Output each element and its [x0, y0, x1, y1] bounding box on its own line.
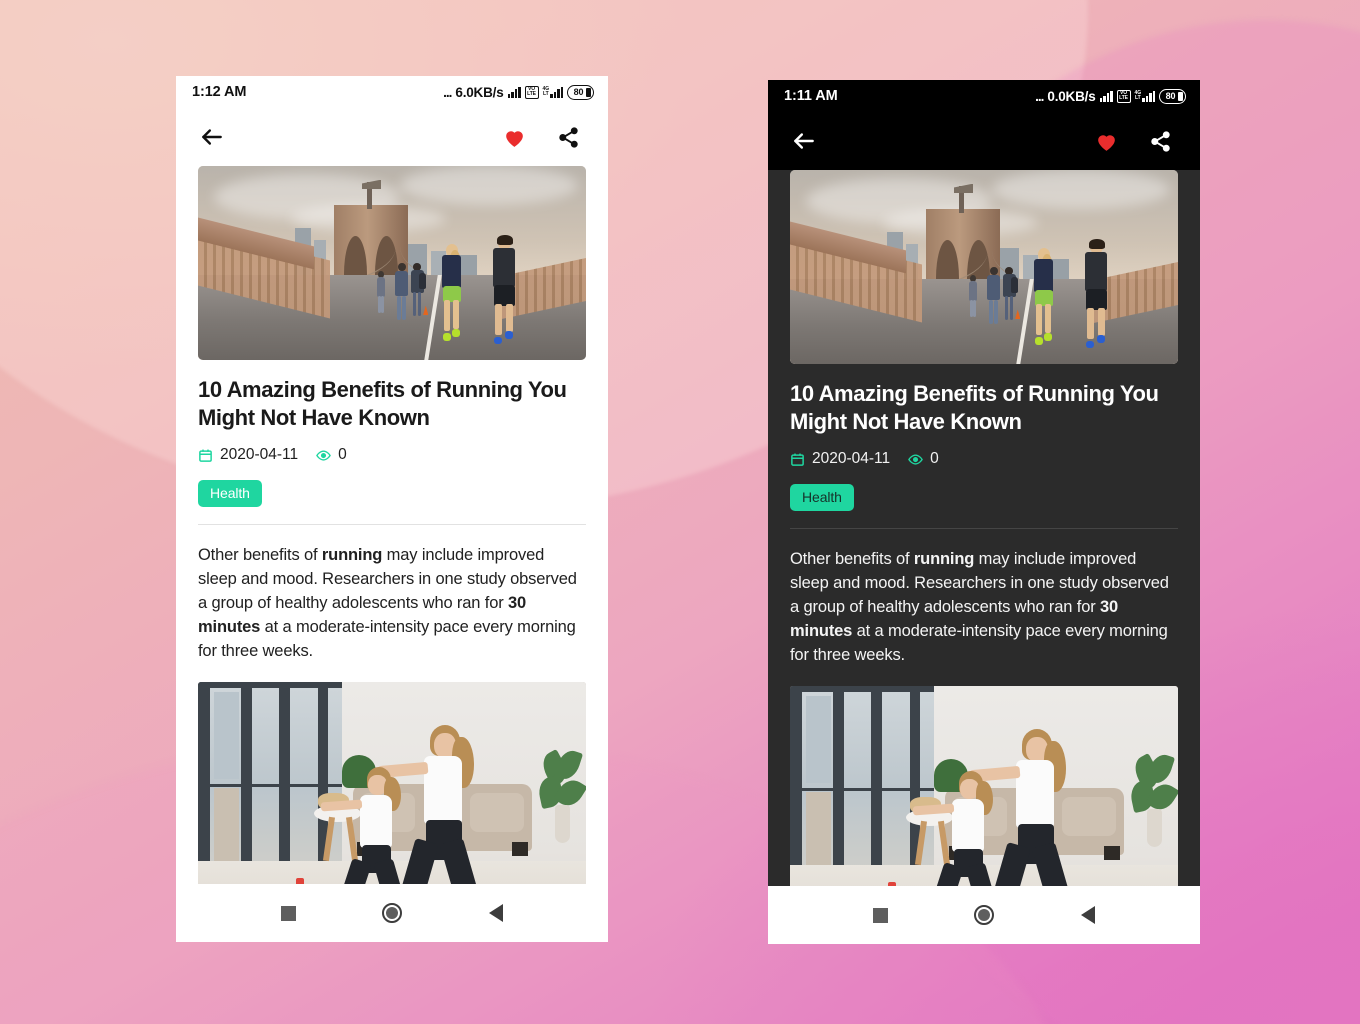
- back-arrow-icon[interactable]: [786, 123, 822, 159]
- article-meta: 2020-04-11 0: [790, 450, 1178, 468]
- volte-bottom-label: LTE: [1119, 94, 1128, 101]
- recents-button[interactable]: [265, 890, 311, 936]
- body-bold-running: running: [913, 550, 975, 569]
- views-count-label: 0: [338, 446, 347, 464]
- phone-light-mode: 1:12 AM ... 6.0KB/s VO LTE 4G LT 80 10 A…: [176, 76, 608, 942]
- nav-back-button[interactable]: [473, 890, 519, 936]
- article-content[interactable]: 10 Amazing Benefits of Running You Might…: [176, 166, 608, 884]
- share-icon[interactable]: [1142, 123, 1178, 159]
- meta-views: 0: [908, 450, 939, 468]
- volte-icon: VO LTE: [524, 85, 539, 99]
- status-indicators: ... 6.0KB/s VO LTE 4G LT 80: [443, 84, 594, 100]
- status-bar: 1:12 AM ... 6.0KB/s VO LTE 4G LT 80: [176, 76, 608, 108]
- meta-views: 0: [316, 446, 347, 464]
- home-button[interactable]: [369, 890, 415, 936]
- hero-image: [198, 166, 586, 360]
- body-text-part-1: Other benefits of: [790, 550, 914, 569]
- more-dots-icon: ...: [443, 84, 452, 100]
- date-label: 2020-04-11: [812, 450, 891, 468]
- back-arrow-icon[interactable]: [194, 119, 230, 155]
- status-time: 1:11 AM: [784, 88, 838, 104]
- signal-bars-secondary-icon: [550, 86, 563, 98]
- body-image: [790, 685, 1178, 886]
- body-bold-running: running: [321, 546, 383, 565]
- network-type-label: 4G LT: [1134, 91, 1142, 101]
- article-meta: 2020-04-11 0: [198, 446, 586, 464]
- calendar-icon: [790, 452, 805, 467]
- network-speed-label: 0.0KB/s: [1047, 88, 1096, 104]
- body-text-part-1: Other benefits of: [198, 546, 322, 565]
- share-icon[interactable]: [550, 119, 586, 155]
- battery-level-label: 80: [573, 87, 584, 97]
- network-type-label: 4G LT: [542, 87, 550, 97]
- volte-icon: VO LTE: [1116, 89, 1131, 103]
- network-speed-label: 6.0KB/s: [455, 84, 504, 100]
- app-bar: [176, 108, 608, 166]
- status-indicators: ... 0.0KB/s VO LTE 4G LT 80: [1035, 88, 1186, 104]
- category-tag[interactable]: Health: [198, 480, 262, 508]
- eye-icon: [908, 452, 923, 467]
- article-body: Other benefits of running may include im…: [198, 544, 586, 664]
- battery-icon: 80: [567, 84, 594, 100]
- status-time: 1:12 AM: [192, 84, 247, 100]
- network-label-lt: LT: [542, 91, 549, 97]
- signal-bars-secondary-icon: [1142, 90, 1155, 102]
- calendar-icon: [198, 448, 213, 463]
- article-body: Other benefits of running may include im…: [790, 548, 1178, 668]
- views-count-label: 0: [930, 450, 939, 468]
- meta-date: 2020-04-11: [790, 450, 890, 468]
- article-content-dark[interactable]: 10 Amazing Benefits of Running You Might…: [768, 170, 1200, 886]
- volte-bottom-label: LTE: [527, 90, 536, 97]
- phone-dark-mode: 1:11 AM ... 0.0KB/s VO LTE 4G LT 80 10 A…: [768, 80, 1200, 944]
- article-title: 10 Amazing Benefits of Running You Might…: [790, 381, 1159, 435]
- battery-icon: 80: [1159, 88, 1186, 104]
- heart-icon[interactable]: [1088, 123, 1124, 159]
- signal-bars-icon: [1099, 90, 1113, 102]
- app-bar-dark: [768, 112, 1200, 170]
- article-title: 10 Amazing Benefits of Running You Might…: [198, 377, 567, 431]
- category-tag[interactable]: Health: [790, 484, 854, 512]
- body-image: [198, 681, 586, 884]
- eye-icon: [316, 448, 331, 463]
- signal-bars-icon: [507, 86, 521, 98]
- divider: [198, 524, 586, 526]
- network-type-icon: 4G LT: [543, 86, 563, 98]
- android-nav-bar-dark: [768, 886, 1200, 944]
- date-label: 2020-04-11: [220, 446, 299, 464]
- network-type-icon: 4G LT: [1135, 90, 1155, 102]
- network-label-lt: LT: [1134, 95, 1141, 101]
- home-button[interactable]: [961, 892, 1007, 938]
- battery-level-label: 80: [1165, 91, 1176, 101]
- android-nav-bar: [176, 884, 608, 942]
- status-bar-dark: 1:11 AM ... 0.0KB/s VO LTE 4G LT 80: [768, 80, 1200, 112]
- divider: [790, 528, 1178, 530]
- nav-back-button[interactable]: [1065, 892, 1111, 938]
- meta-date: 2020-04-11: [198, 446, 298, 464]
- recents-button[interactable]: [857, 892, 903, 938]
- more-dots-icon: ...: [1035, 88, 1044, 104]
- hero-image: [790, 170, 1178, 364]
- heart-icon[interactable]: [496, 119, 532, 155]
